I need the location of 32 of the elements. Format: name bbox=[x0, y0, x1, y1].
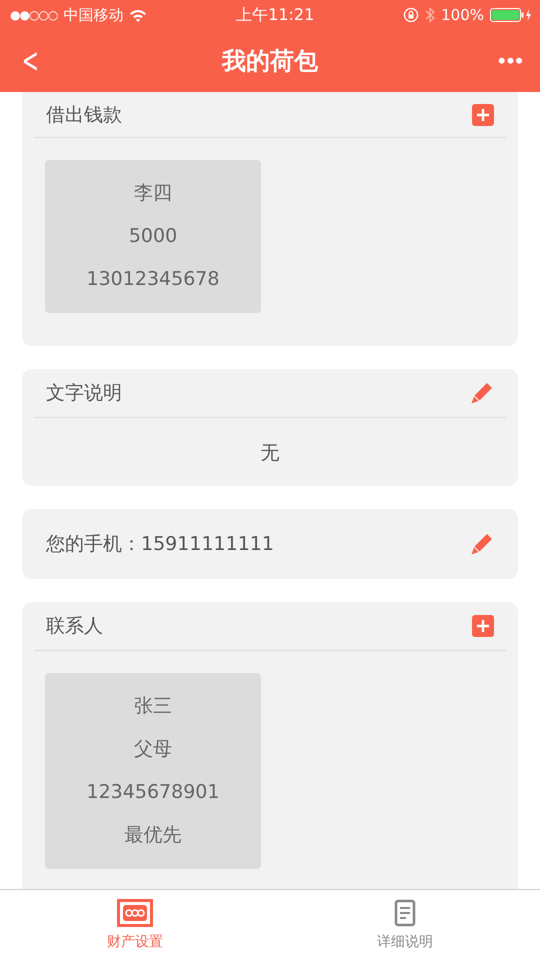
rotation-lock-icon bbox=[403, 7, 420, 23]
banknote-icon bbox=[117, 899, 153, 927]
carrier-name: 中国移动 bbox=[63, 6, 124, 24]
pencil-icon[interactable] bbox=[470, 381, 494, 405]
add-icon[interactable] bbox=[472, 615, 494, 637]
card-text: 12345678901 bbox=[86, 780, 220, 805]
description-text: 无 bbox=[260, 441, 280, 466]
card-text: 父母 bbox=[134, 737, 172, 762]
tab-item[interactable]: 详细说明 bbox=[270, 890, 540, 960]
phone-label: 您的手机：15911111111 bbox=[46, 532, 274, 557]
card-text: 李四 bbox=[134, 181, 172, 206]
card-text: 张三 bbox=[134, 694, 172, 719]
tab-item[interactable]: 财产设置 bbox=[0, 890, 270, 960]
signal-indicator: ●●○○○ bbox=[10, 8, 58, 22]
back-button[interactable]: < bbox=[12, 41, 48, 81]
page-title: 我的荷包 bbox=[222, 46, 318, 77]
section-title: 文字说明 bbox=[46, 381, 122, 406]
section-title: 借出钱款 bbox=[46, 102, 122, 128]
battery-percent: 100% bbox=[441, 6, 484, 24]
battery-icon bbox=[490, 7, 532, 23]
bluetooth-icon bbox=[425, 7, 436, 23]
contact-card[interactable]: 李四 5000 13012345678 bbox=[45, 160, 261, 313]
status-time: 上午11:21 bbox=[235, 4, 316, 26]
add-icon[interactable] bbox=[472, 104, 494, 126]
contact-card[interactable]: 张三 父母 12345678901 最优先 bbox=[45, 673, 261, 869]
card-text: 5000 bbox=[128, 224, 178, 249]
pencil-icon[interactable] bbox=[470, 532, 494, 556]
card-text: 13012345678 bbox=[86, 267, 220, 292]
section-title: 联系人 bbox=[46, 614, 103, 639]
card-text: 最优先 bbox=[124, 823, 182, 848]
wifi-icon bbox=[129, 8, 148, 22]
more-button[interactable]: ••• bbox=[482, 48, 540, 74]
